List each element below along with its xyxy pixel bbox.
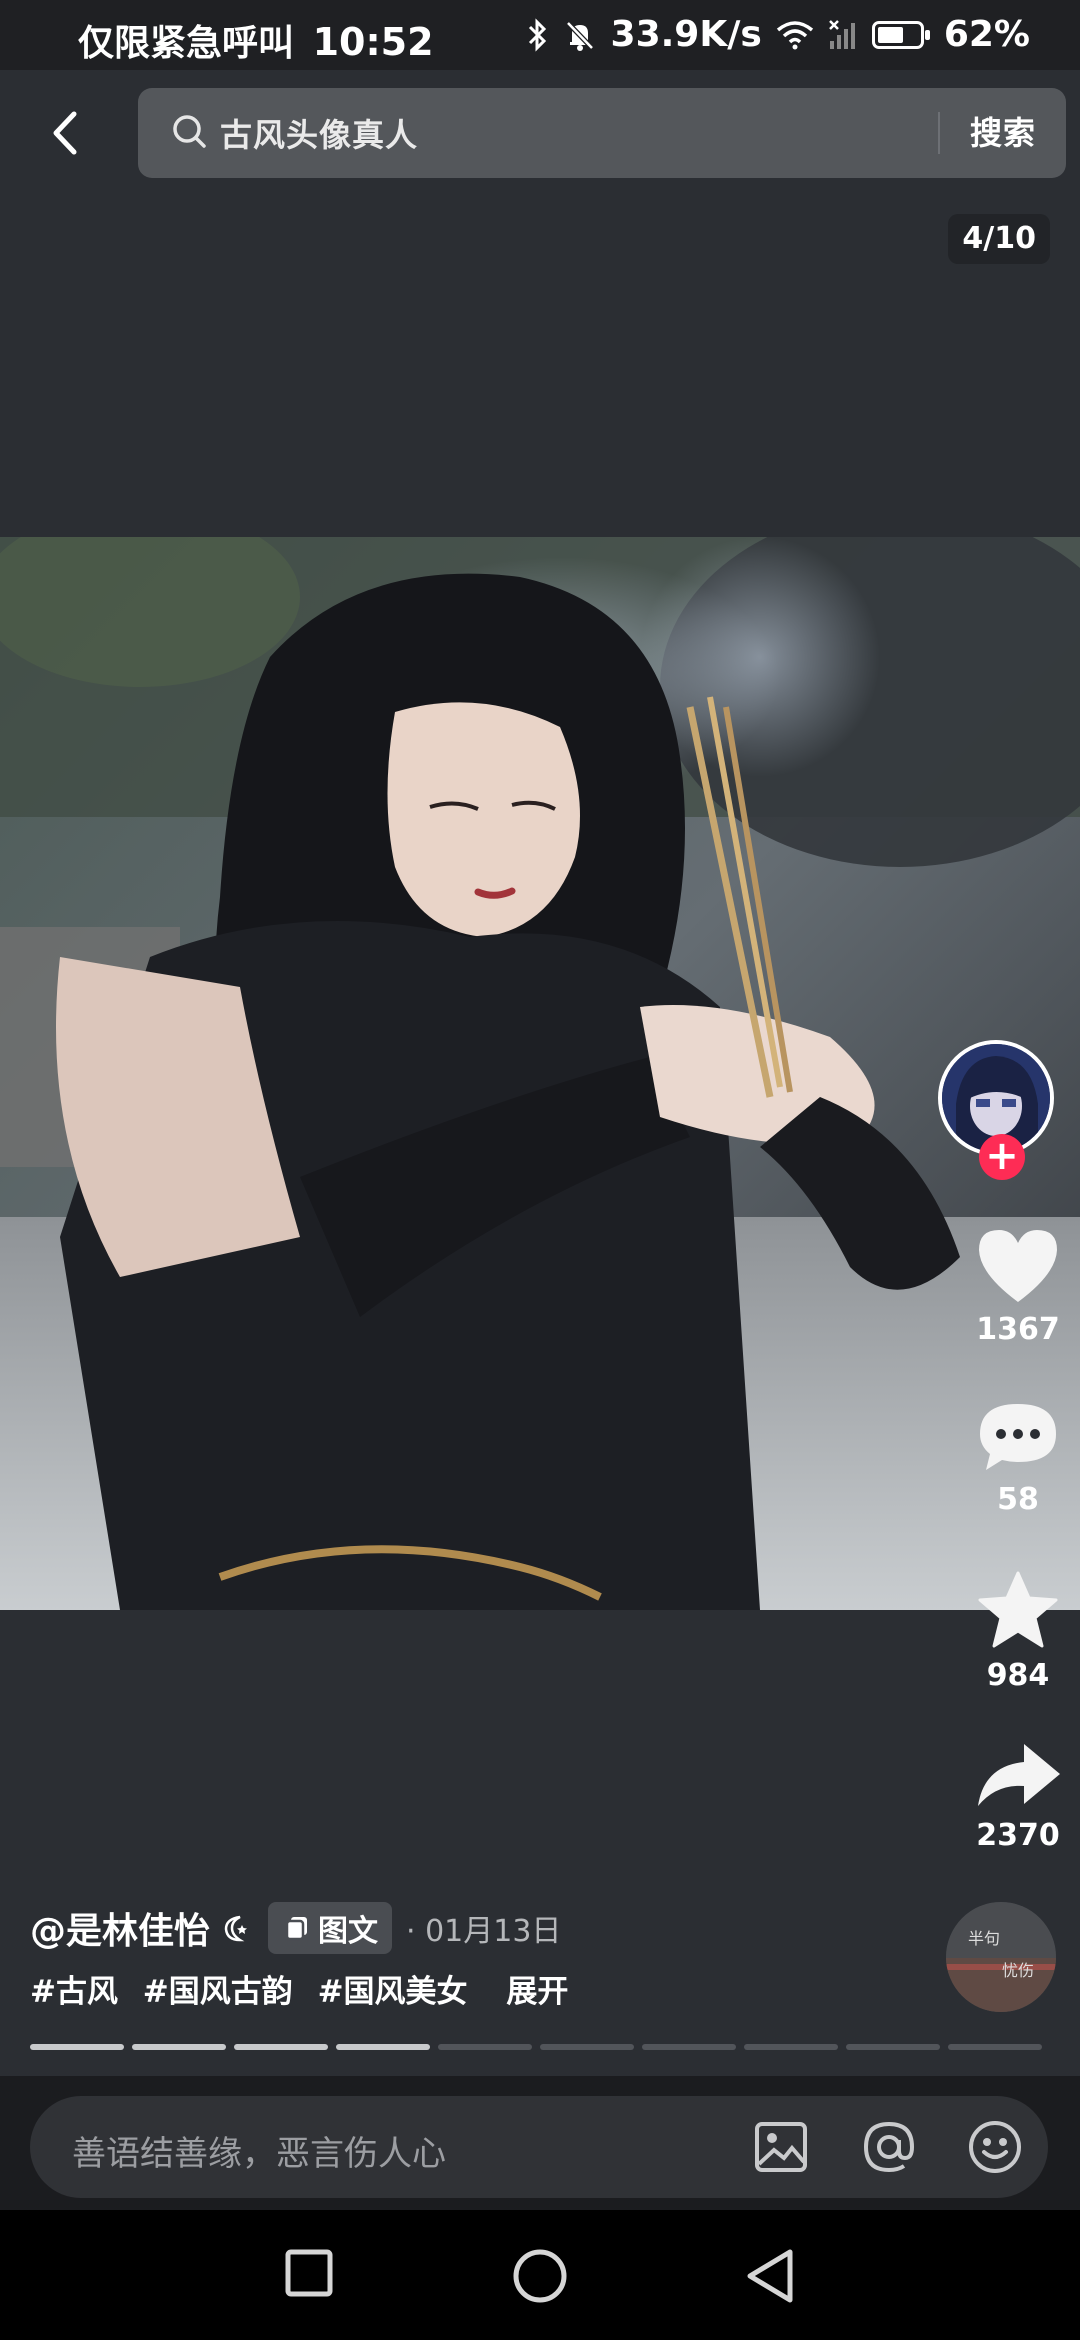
status-right: 33.9K/s 62% xyxy=(527,14,1030,55)
emoji-icon[interactable] xyxy=(966,2118,1024,2176)
clock: 10:52 xyxy=(312,20,434,64)
search-input[interactable]: 古风头像真人 xyxy=(220,110,418,156)
music-cover-image: 半句 忧伤 xyxy=(946,1902,1056,2012)
image-text-icon xyxy=(285,1917,308,1941)
carrier-text: 仅限紧急呼叫 xyxy=(78,23,295,64)
favorite-action[interactable]: 984 xyxy=(958,1570,1078,1693)
mention-icon[interactable] xyxy=(860,2118,918,2176)
battery-fill xyxy=(877,26,903,43)
favorite-count: 984 xyxy=(986,1658,1050,1693)
search-divider xyxy=(938,112,940,154)
back-button[interactable] xyxy=(40,100,90,166)
battery-icon xyxy=(871,20,930,49)
progress-segment xyxy=(336,2044,430,2050)
comment-count: 58 xyxy=(997,1482,1039,1517)
post-type-badge: 图文 xyxy=(268,1902,393,1954)
music-disc[interactable]: 半句 忧伤 xyxy=(946,1902,1056,2012)
star-icon xyxy=(978,1571,1058,1648)
progress-segment xyxy=(744,2044,838,2050)
share-arrow-icon xyxy=(978,1744,1060,1806)
like-count: 1367 xyxy=(976,1312,1060,1347)
bluetooth-icon xyxy=(527,17,549,52)
progress-segment xyxy=(846,2044,940,2050)
progress-segment xyxy=(30,2044,124,2050)
expand-button[interactable]: 展开 xyxy=(506,1974,568,2010)
comment-input[interactable]: 善语结善缘，恶言伤人心 xyxy=(30,2096,1048,2198)
author-name[interactable]: @是林佳怡 xyxy=(30,1902,210,1954)
mute-icon xyxy=(563,18,597,52)
system-nav-bar xyxy=(0,2210,1080,2340)
recents-square-icon[interactable] xyxy=(284,2248,334,2298)
heart-icon xyxy=(979,1230,1057,1302)
post-photo[interactable] xyxy=(0,537,1080,1610)
hashtag[interactable]: #古风 xyxy=(30,1974,118,2010)
author-row: @是林佳怡 图文 · 01月13日 xyxy=(30,1900,561,1956)
comment-bubble-icon xyxy=(980,1404,1056,1470)
comment-placeholder: 善语结善缘，恶言伤人心 xyxy=(72,2134,446,2174)
follow-button[interactable]: + xyxy=(979,1134,1025,1180)
progress-segment xyxy=(234,2044,328,2050)
wifi-icon xyxy=(776,20,814,50)
music-cover-text-1: 半句 xyxy=(968,1929,1000,1948)
progress-segment xyxy=(540,2044,634,2050)
post-photo-illustration xyxy=(0,537,1080,1610)
chevron-left-icon xyxy=(53,111,77,155)
signal-icon xyxy=(828,19,858,51)
comment-bar: 善语结善缘，恶言伤人心 xyxy=(0,2076,1080,2210)
status-left: 仅限紧急呼叫 10:52 xyxy=(78,14,434,66)
status-bar: 仅限紧急呼叫 10:52 33.9K/s 62% xyxy=(0,0,1080,70)
search-button[interactable]: 搜索 xyxy=(970,108,1036,154)
share-count: 2370 xyxy=(976,1818,1060,1853)
search-box[interactable]: 古风头像真人 搜索 xyxy=(138,88,1066,178)
image-progress-indicator xyxy=(30,2044,1042,2050)
progress-segment xyxy=(642,2044,736,2050)
hashtag[interactable]: #国风美女 xyxy=(318,1974,468,2010)
share-action[interactable]: 2370 xyxy=(958,1740,1078,1853)
post-type-label: 图文 xyxy=(318,1914,379,1949)
moon-icon xyxy=(224,1915,248,1942)
image-icon[interactable] xyxy=(752,2118,810,2176)
home-circle-icon[interactable] xyxy=(512,2248,568,2304)
music-cover-text-2: 忧伤 xyxy=(1002,1961,1034,1980)
hashtag-row: #古风 #国风古韵 #国风美女 展开 xyxy=(30,1966,582,2011)
like-action[interactable]: 1367 xyxy=(958,1226,1078,1347)
post-date: · 01月13日 xyxy=(406,1914,562,1949)
network-speed: 33.9K/s xyxy=(610,14,762,55)
author-avatar-wrap[interactable]: + xyxy=(938,1040,1062,1180)
progress-segment xyxy=(132,2044,226,2050)
battery-percent: 62% xyxy=(943,14,1030,55)
hashtag[interactable]: #国风古韵 xyxy=(143,1974,293,2010)
search-icon xyxy=(173,115,206,148)
back-triangle-icon[interactable] xyxy=(744,2248,796,2304)
progress-segment xyxy=(438,2044,532,2050)
image-page-counter: 4/10 xyxy=(948,214,1050,264)
progress-segment xyxy=(948,2044,1042,2050)
comment-action[interactable]: 58 xyxy=(958,1400,1078,1517)
